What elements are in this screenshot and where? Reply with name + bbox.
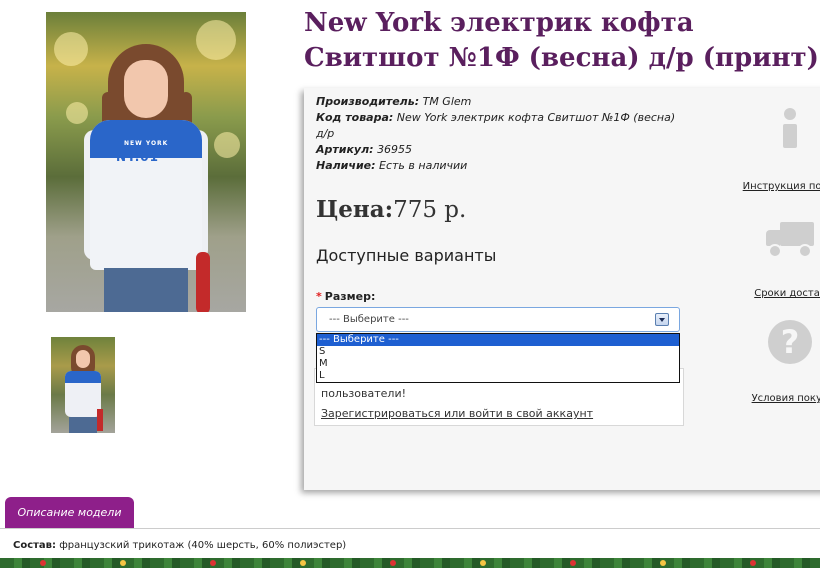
product-main-image[interactable]: NEW YORK NY.01 [46,12,246,312]
size-option[interactable]: --- Выберите --- [317,334,679,346]
product-title: New York электрик кофта Свитшот №1Ф (вес… [304,8,819,73]
info-icon [779,108,801,148]
chevron-down-icon[interactable] [655,313,669,326]
availability-value: Есть в наличии [379,159,468,172]
tab-divider [0,528,820,529]
price-value: 775 р. [393,197,467,223]
festive-garland-decoration [0,558,820,568]
options-heading: Доступные варианты [316,246,497,265]
product-info-panel: Производитель: TM Glem Код товара: New Y… [304,88,820,490]
size-select-value: --- Выберите --- [329,314,409,325]
shirt-print: NY.01 [116,150,160,164]
composition: Состав: французский трикотаж (40% шерсть… [13,540,346,551]
tab-description[interactable]: Описание модели [5,497,134,529]
required-mark: * [316,290,322,303]
delivery-link[interactable]: Сроки достав [730,288,820,299]
shirt-print-top: NEW YORK [124,140,169,147]
size-select[interactable]: --- Выберите --- [316,307,680,332]
size-option[interactable]: M [317,358,679,370]
manufacturer-label: Производитель: [316,95,420,108]
size-label-text: Размер: [324,290,376,303]
size-option[interactable]: S [317,346,679,358]
size-option[interactable]: L [317,370,679,382]
product-thumbnail[interactable] [51,337,115,433]
size-dropdown-list[interactable]: --- Выберите --- S M L [316,333,680,383]
sku-value: 36955 [377,143,413,156]
code-label: Код товара: [316,111,394,124]
question-icon: ? [768,320,812,364]
composition-value: французский трикотаж (40% шерсть, 60% по… [59,540,347,551]
price-label: Цена: [316,196,394,223]
product-meta: Производитель: TM Glem Код товара: New Y… [316,94,676,174]
sku-label: Артикул: [316,143,374,156]
purchase-terms-link[interactable]: Условия покуп [730,393,820,404]
notice-text: пользователи! [321,387,407,400]
size-label: * Размер: [316,290,375,303]
register-login-link[interactable]: Зарегистрироваться или войти в свой акка… [321,407,593,420]
composition-label: Состав: [13,540,57,551]
instruction-link[interactable]: Инструкция по по [730,181,820,192]
manufacturer-value: TM Glem [422,95,472,108]
truck-icon [766,220,814,258]
availability-label: Наличие: [316,159,376,172]
price: Цена:775 р. [316,196,466,223]
